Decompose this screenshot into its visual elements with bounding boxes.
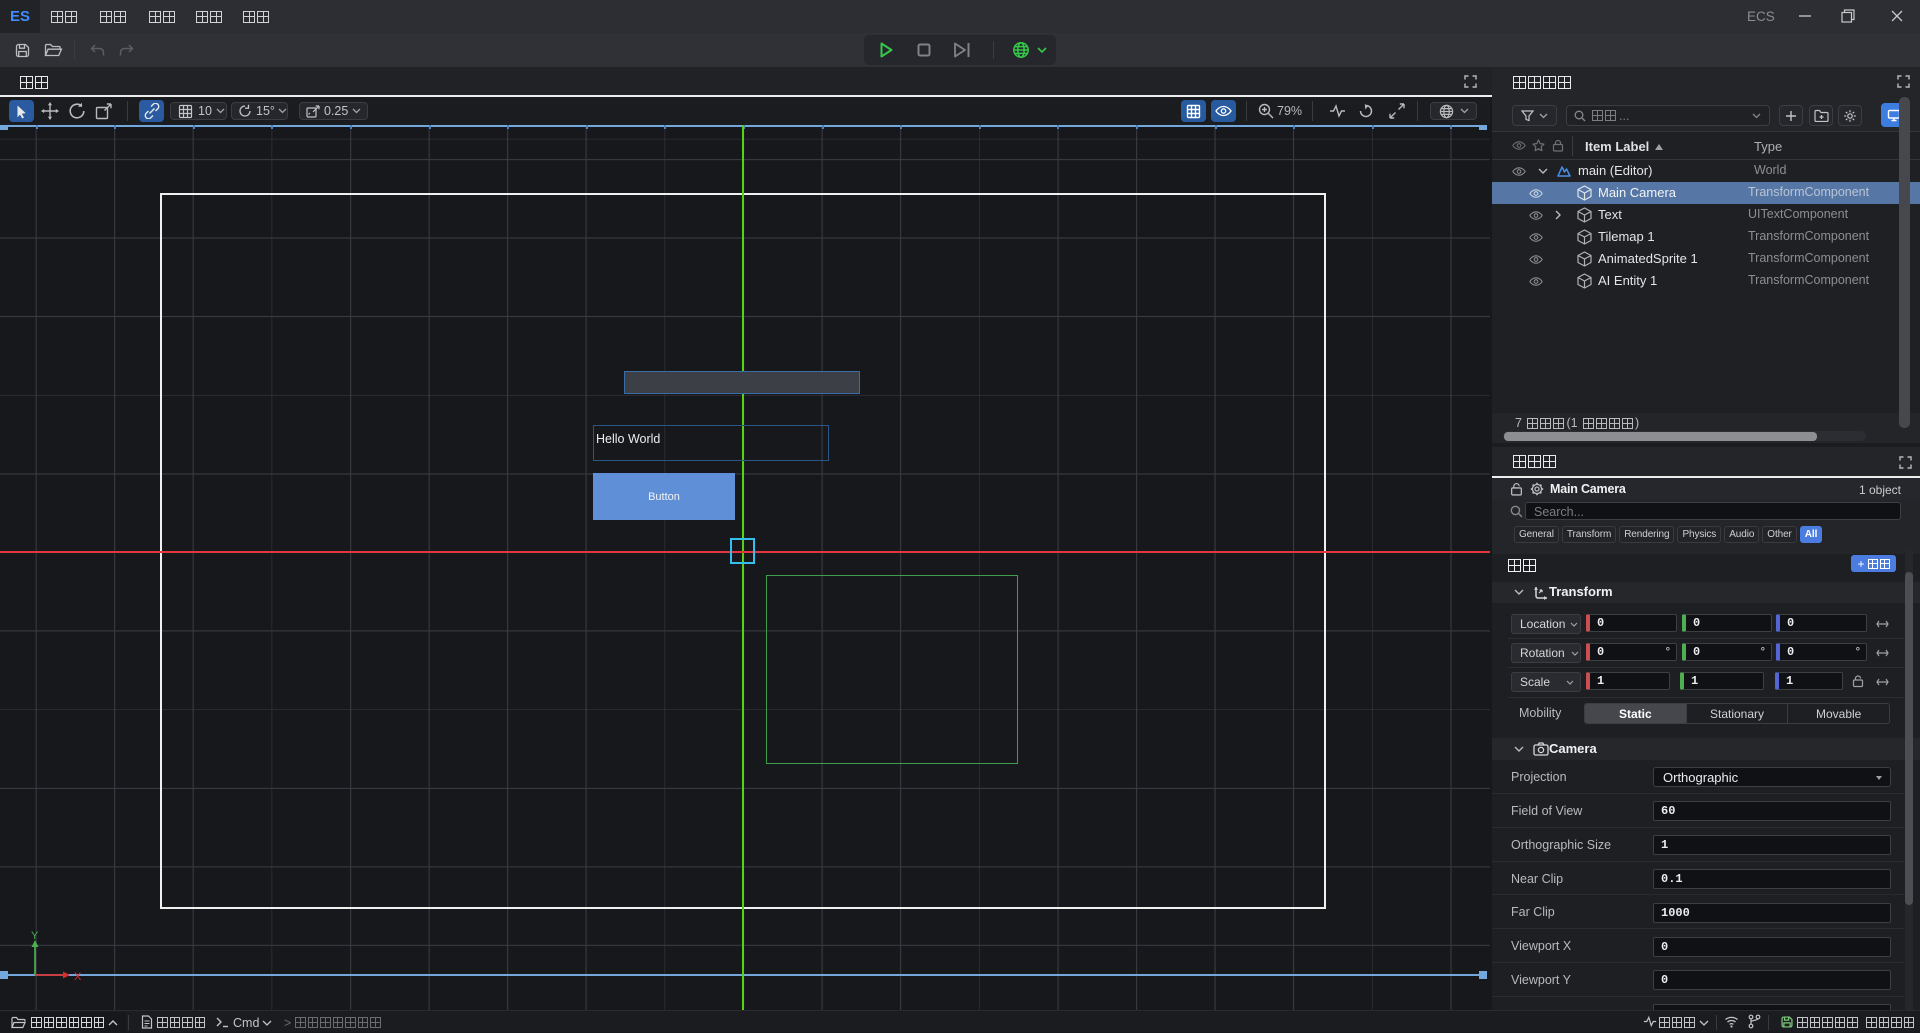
svg-text:X: X xyxy=(74,971,82,983)
svg-text:Y: Y xyxy=(31,931,39,942)
